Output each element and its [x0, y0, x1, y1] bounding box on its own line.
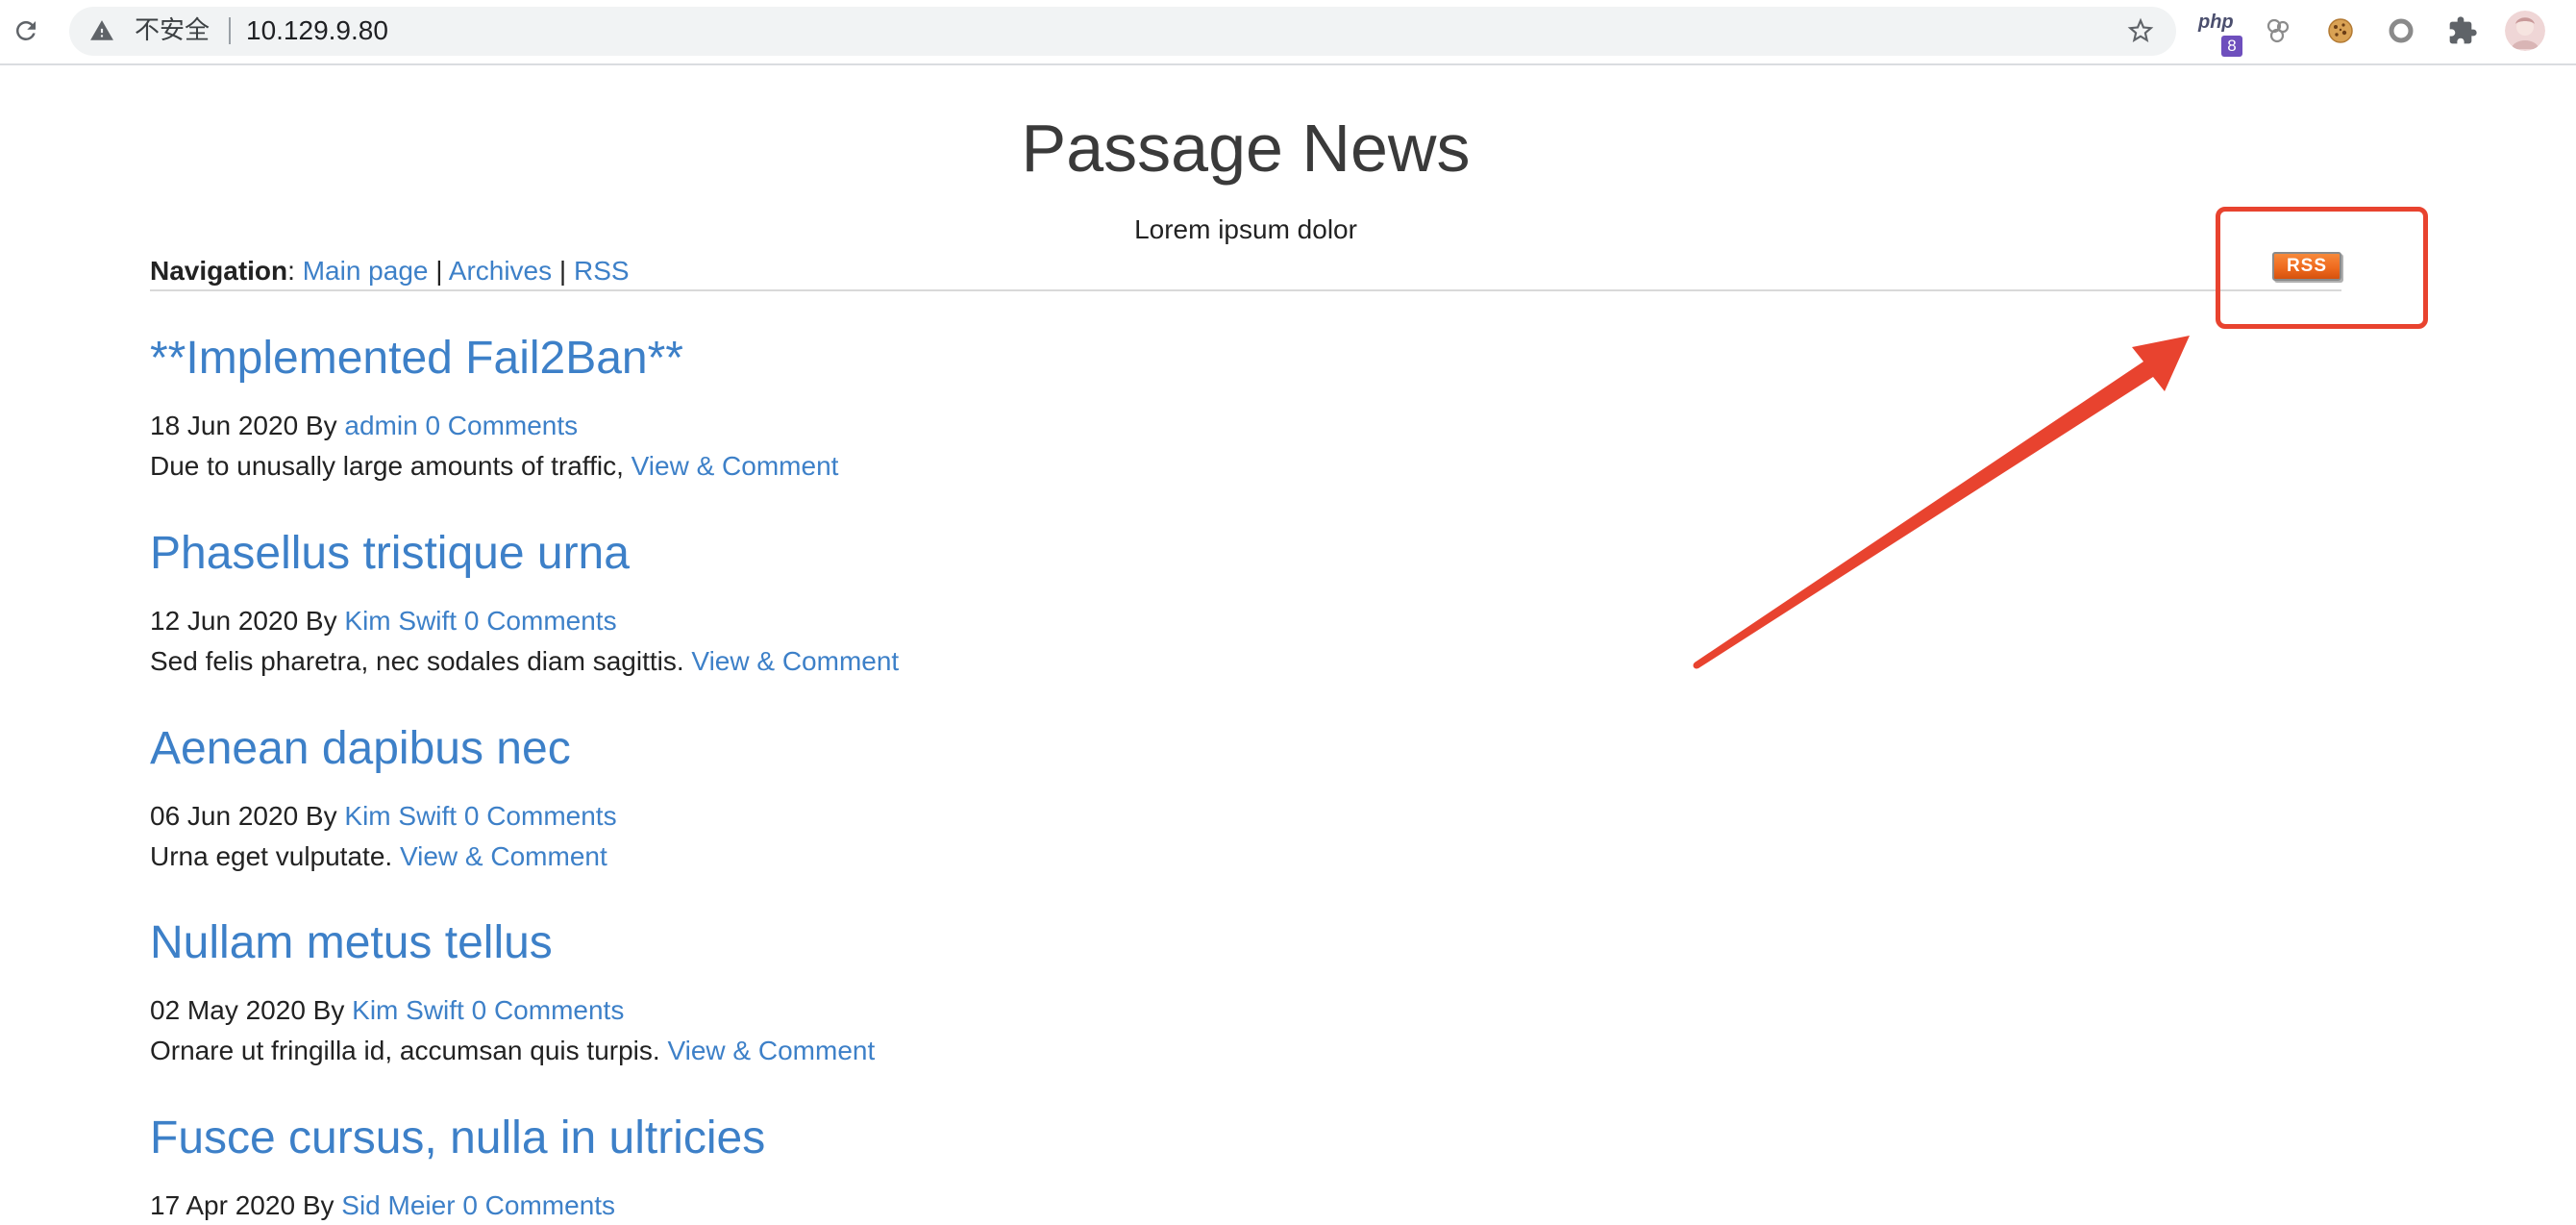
post-date: 02 May 2020 [150, 995, 306, 1025]
post-title-link[interactable]: Nullam metus tellus [150, 917, 553, 968]
post-author-link[interactable]: Kim Swift [352, 995, 464, 1025]
warning-icon [90, 20, 113, 40]
post-meta: 17 Apr 2020 By Sid Meier 0 Comments [150, 1188, 615, 1223]
post-author-link[interactable]: Kim Swift [344, 801, 457, 831]
post-by-label: By [305, 606, 337, 636]
post-view-comment-link[interactable]: View & Comment [691, 646, 899, 676]
post-view-comment-link[interactable]: View & Comment [632, 451, 839, 481]
post-author-link[interactable]: admin [344, 411, 417, 440]
post-title-link[interactable]: Fusce cursus, nulla in ultricies [150, 1112, 765, 1163]
post-excerpt-text: Ornare ut fringilla id, accumsan quis tu… [150, 1036, 660, 1065]
post-excerpt: Due to unusally large amounts of traffic… [150, 449, 838, 484]
post-view-comment-link[interactable]: View & Comment [667, 1036, 875, 1065]
nav-separator: | [558, 256, 567, 286]
site-title: Passage News [1021, 111, 1471, 186]
post-title: Phasellus tristique urna [150, 525, 630, 583]
ring-extension-button[interactable] [2386, 15, 2416, 46]
post-by-label: By [302, 1190, 334, 1220]
site-security-indicator[interactable] [89, 18, 114, 43]
post-title-link[interactable]: **Implemented Fail2Ban** [150, 333, 683, 384]
post-excerpt: Sed felis pharetra, nec sodales diam sag… [150, 644, 899, 679]
post-comments-link[interactable]: 0 Comments [425, 411, 578, 440]
nav-label: Navigation [150, 256, 288, 286]
post-item: Nullam metus tellus 02 May 2020 By Kim S… [150, 914, 2072, 1078]
post-view-comment-link[interactable]: View & Comment [400, 841, 607, 871]
post-author-link[interactable]: Kim Swift [344, 606, 457, 636]
puzzle-icon [2449, 16, 2477, 44]
reload-icon [15, 20, 36, 40]
post-by-label: By [305, 801, 337, 831]
nav-link-rss[interactable]: RSS [574, 256, 630, 286]
post-item: Fusce cursus, nulla in ultricies 17 Apr … [150, 1110, 2072, 1223]
post-author-link[interactable]: Sid Meier [341, 1190, 455, 1220]
post-item: **Implemented Fail2Ban** 18 Jun 2020 By … [150, 330, 2072, 493]
extensions-button[interactable] [2447, 15, 2478, 46]
post-title-link[interactable]: Aenean dapibus nec [150, 723, 571, 774]
post-date: 17 Apr 2020 [150, 1190, 296, 1220]
page-header: Passage News Lorem ipsum dolor Navigatio… [150, 0, 2341, 317]
nav-link-main-page[interactable]: Main page [303, 256, 429, 286]
post-meta: 06 Jun 2020 By Kim Swift 0 Comments [150, 799, 617, 834]
profile-avatar[interactable] [2505, 11, 2545, 51]
post-comments-link[interactable]: 0 Comments [472, 995, 625, 1025]
post-excerpt-text: Urna eget vulputate. [150, 841, 393, 871]
nav-separator: | [435, 256, 443, 286]
ring-icon [2389, 18, 2414, 43]
nav-link-archives[interactable]: Archives [449, 256, 552, 286]
nav-label-suffix: : [287, 256, 295, 286]
post-title-link[interactable]: Phasellus tristique urna [150, 528, 630, 579]
annotation-highlight-box [2216, 207, 2428, 329]
post-title: Fusce cursus, nulla in ultricies [150, 1110, 765, 1167]
post-title: **Implemented Fail2Ban** [150, 330, 683, 388]
post-excerpt: Ornare ut fringilla id, accumsan quis tu… [150, 1034, 875, 1068]
post-meta: 12 Jun 2020 By Kim Swift 0 Comments [150, 604, 617, 638]
post-comments-link[interactable]: 0 Comments [464, 801, 617, 831]
post-date: 18 Jun 2020 [150, 411, 299, 440]
post-meta: 18 Jun 2020 By admin 0 Comments [150, 409, 578, 443]
post-excerpt-text: Sed felis pharetra, nec sodales diam sag… [150, 646, 684, 676]
post-date: 06 Jun 2020 [150, 801, 299, 831]
post-item: Phasellus tristique urna 12 Jun 2020 By … [150, 525, 2072, 688]
post-title: Aenean dapibus nec [150, 720, 571, 778]
header-divider [150, 289, 2341, 291]
post-by-label: By [305, 411, 337, 440]
post-by-label: By [312, 995, 345, 1025]
post-comments-link[interactable]: 0 Comments [464, 606, 617, 636]
nav-bar: Navigation: Main page | Archives | RSS [150, 254, 630, 288]
post-excerpt: Urna eget vulputate. View & Comment [150, 839, 607, 874]
post-date: 12 Jun 2020 [150, 606, 299, 636]
post-excerpt-text: Due to unusally large amounts of traffic… [150, 451, 624, 481]
post-item: Aenean dapibus nec 06 Jun 2020 By Kim Sw… [150, 720, 2072, 884]
post-meta: 02 May 2020 By Kim Swift 0 Comments [150, 993, 624, 1028]
reload-button[interactable] [12, 16, 40, 45]
site-tagline: Lorem ipsum dolor [1134, 214, 1357, 244]
post-comments-link[interactable]: 0 Comments [462, 1190, 615, 1220]
profile-avatar-icon [2505, 11, 2545, 51]
post-title: Nullam metus tellus [150, 914, 553, 972]
